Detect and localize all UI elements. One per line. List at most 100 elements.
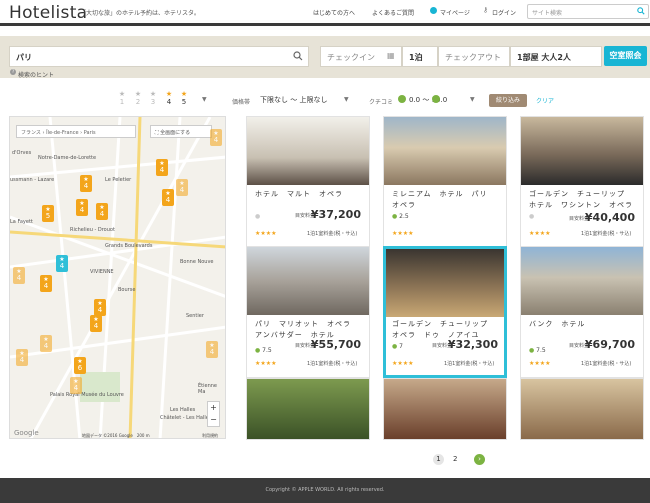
expand-icon: ⛶ (155, 130, 159, 136)
map-pin[interactable]: 4 (162, 183, 174, 206)
search-icon[interactable] (637, 7, 645, 15)
map-pin[interactable]: 4 (90, 309, 102, 332)
map-pin[interactable]: 4 (13, 261, 25, 284)
map-label: Richelieu - Drouot (70, 227, 115, 233)
map-label: VIVIENNE (90, 269, 114, 275)
hotel-rating: ● 7.5 (529, 347, 546, 354)
keyword-input[interactable]: パリ (9, 46, 309, 67)
nights-select[interactable]: 1泊 (402, 46, 438, 67)
star-filter-4[interactable]: ★ 4 (164, 90, 174, 106)
hotel-name[interactable]: ゴールデン チューリップ ホテル ワシントン オペラ (529, 189, 639, 211)
checkout-input[interactable]: チェックアウト (438, 46, 510, 67)
map-pin[interactable]: 4 (40, 329, 52, 352)
price-dropdown-icon[interactable]: ▼ (344, 96, 349, 103)
map-pin[interactable]: 4 (80, 169, 92, 192)
price-range-select[interactable]: 下限なし 〜 上限なし (260, 95, 327, 105)
star-filter-2-label: 2 (135, 98, 141, 106)
map-crumb-region[interactable]: Île-de-France (46, 130, 78, 136)
vacancy-search-button[interactable]: 空室照会 (604, 46, 647, 66)
hotel-photo[interactable] (520, 378, 644, 440)
hotel-name[interactable]: ミレニアム ホテル パリ オペラ (392, 189, 502, 211)
rooms-guests-select[interactable]: 1部屋 大人2人 (510, 46, 602, 67)
hotel-photo[interactable] (383, 378, 507, 440)
price-note: 1泊1室料金(税・サ込) (581, 361, 632, 367)
rating-value: 7 (399, 343, 403, 350)
hotel-photo[interactable] (521, 247, 643, 315)
hotel-card[interactable]: ホテル マルト オペラ ● 目安料金 ¥37,200 ★★★★ 1泊1室料金(税… (246, 116, 370, 248)
map-crumb-city[interactable]: Paris (84, 130, 96, 136)
map-pin[interactable]: 4 (210, 123, 222, 146)
hotel-rating: ● 7.5 (255, 347, 272, 354)
hotel-card[interactable]: バンク ホテル ● 7.5 目安料金 ¥69,700 ★★★★ 1泊1室料金(税… (520, 246, 644, 378)
zoom-out-button[interactable]: − (208, 414, 219, 426)
hotel-name[interactable]: ホテル マルト オペラ (255, 189, 365, 200)
hotel-photo[interactable] (384, 117, 506, 185)
star-filter-3[interactable]: ★ 3 (148, 90, 158, 106)
hotel-card-selected[interactable]: ゴールデン チューリップ オペラ ドゥ ノアイユ ● 7 目安料金 ¥32,30… (383, 246, 507, 378)
hotel-price: ¥40,400 (584, 211, 635, 224)
hotel-stars: ★★★★ (255, 230, 277, 237)
star-filter-1[interactable]: ★ 1 (117, 90, 127, 106)
review-dropdown-icon[interactable]: ▼ (470, 96, 475, 103)
star-filter-5-label: 5 (181, 98, 187, 106)
calendar-icon[interactable]: ▦ (387, 51, 395, 60)
narrow-button[interactable]: 絞り込み (489, 94, 527, 107)
map-pin[interactable]: 4 (96, 197, 108, 220)
map-crumb-country[interactable]: フランス (21, 130, 41, 136)
map-pin[interactable]: 4 (40, 269, 52, 292)
map-label: d'Orves (12, 150, 32, 156)
price-note: 1泊1室料金(税・サ込) (307, 231, 358, 237)
hotel-photo[interactable] (246, 378, 370, 440)
nav-login[interactable]: ログイン (492, 8, 516, 17)
next-page-icon[interactable]: › (474, 454, 485, 465)
hotel-rating: ● 2.5 (392, 213, 409, 220)
hotel-stars: ★★★★ (529, 230, 551, 237)
hotel-card[interactable]: ミレニアム ホテル パリ オペラ ● 2.5 ★★★★ (383, 116, 507, 248)
review-label: クチコミ (369, 99, 394, 106)
map-breadcrumb: フランス › Île-de-France › Paris (16, 125, 136, 138)
rating-value: 2.5 (399, 213, 409, 220)
site-search-input[interactable]: サイト検索 (527, 4, 649, 19)
nav-faq[interactable]: よくあるご質問 (372, 8, 414, 17)
logo[interactable]: Hotelista (9, 3, 87, 23)
hotel-card[interactable]: ゴールデン チューリップ ホテル ワシントン オペラ ● 目安料金 ¥40,40… (520, 116, 644, 248)
zoom-in-button[interactable]: + (208, 402, 219, 414)
map-pin[interactable]: 4 (70, 371, 82, 394)
hotel-name[interactable]: バンク ホテル (529, 319, 639, 330)
map-pin[interactable]: 4 (206, 335, 218, 358)
help-icon: ? (10, 69, 16, 75)
nav-mypage[interactable]: マイページ (440, 8, 470, 17)
map-label: Palais Royal Musée du Louvre (50, 392, 124, 398)
map-pin[interactable]: 5 (42, 199, 54, 222)
star-filter-2[interactable]: ★ 2 (133, 90, 143, 106)
rating-value: 7.5 (536, 347, 546, 354)
map-pin[interactable]: 4 (16, 343, 28, 366)
map-label: Le Peletier (105, 177, 132, 183)
star-filter-5[interactable]: ★ 5 (179, 90, 189, 106)
map-pin-selected[interactable]: 4 (56, 249, 68, 272)
map-pin[interactable]: 4 (156, 153, 168, 176)
hotel-card[interactable]: パリ マリオット オペラ アンバサダー ホテル ● 7.5 目安料金 ¥55,7… (246, 246, 370, 378)
map-pin[interactable]: 4 (176, 173, 188, 196)
smiley-low-icon (398, 95, 406, 103)
hotel-price: ¥69,700 (584, 338, 635, 351)
smiley-high-icon (432, 95, 440, 103)
hotel-photo[interactable] (247, 247, 369, 315)
keyword-search-icon[interactable] (293, 51, 303, 61)
clear-link[interactable]: クリア (536, 96, 554, 105)
price-label: 価格帯 (232, 99, 251, 106)
hotel-photo[interactable] (386, 249, 504, 317)
page-2[interactable]: 2 (453, 454, 457, 465)
stars-dropdown-icon[interactable]: ▼ (202, 96, 207, 103)
map-terms-link[interactable]: 利用規約 (202, 433, 218, 438)
search-hint-link[interactable]: 検索のヒント (18, 70, 54, 79)
hotel-photo[interactable] (247, 117, 369, 185)
nav-first-time[interactable]: はじめての方へ (313, 8, 355, 17)
review-range-select[interactable]: 0.0 〜 10.0 (409, 95, 447, 105)
map-fullscreen-button[interactable]: ⛶ 全画面にする (150, 125, 212, 138)
page-1[interactable]: 1 (433, 454, 444, 465)
map[interactable]: フランス › Île-de-France › Paris ⛶ 全画面にする d'… (9, 116, 226, 439)
map-pin[interactable]: 4 (76, 193, 88, 216)
hotel-photo[interactable] (521, 117, 643, 185)
hotel-price: ¥37,200 (310, 208, 361, 221)
